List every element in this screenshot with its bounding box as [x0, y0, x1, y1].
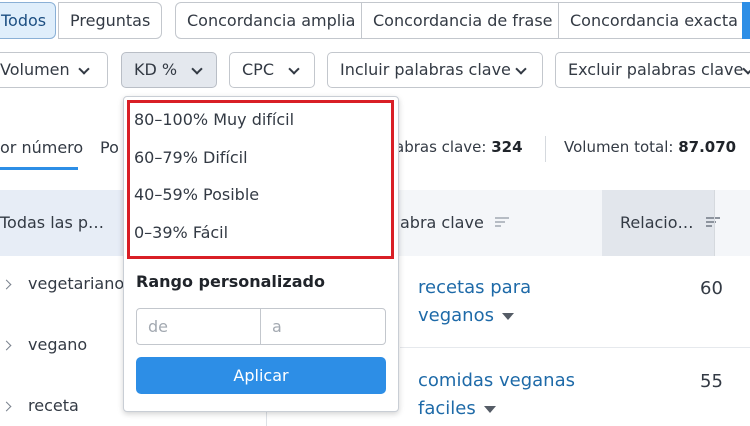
chevron-down-icon: [288, 63, 300, 75]
apply-button[interactable]: Aplicar: [136, 357, 386, 394]
keyword-link-recetas-veganos[interactable]: recetas para veganos: [418, 274, 531, 330]
filter-cpc-label: CPC: [242, 60, 274, 79]
keywords-stat-value: 324: [491, 138, 523, 156]
tab-concordancia-exacta[interactable]: Concordancia exacta: [558, 2, 750, 39]
caret-down-icon[interactable]: [483, 405, 496, 413]
chevron-right-icon: [1, 279, 12, 290]
group-tab-po[interactable]: Po: [100, 138, 119, 157]
group-tab-numero[interactable]: or número: [0, 138, 83, 157]
filter-volumen-label: Volumen: [0, 60, 70, 79]
groups-header-label: Todas las p…: [0, 213, 105, 232]
group-item-label: receta: [28, 396, 79, 415]
kd-option-posible[interactable]: 40–59% Posible: [134, 185, 259, 204]
chevron-down-icon: [78, 63, 90, 75]
range-from-placeholder: de: [148, 317, 168, 336]
kd-option-dificil[interactable]: 60–79% Difícil: [134, 148, 248, 167]
filter-excluir-label: Excluir palabras clave: [568, 60, 744, 79]
kd-option-facil[interactable]: 0–39% Fácil: [134, 223, 228, 242]
chevron-down-icon: [515, 63, 527, 75]
keywords-stat-label: abras clave:: [395, 138, 487, 156]
tab-concordancia-frase[interactable]: Concordancia de frase: [361, 2, 559, 39]
keyword-column-label: abra clave: [400, 213, 484, 232]
tab-todos[interactable]: Todos: [0, 2, 56, 39]
chevron-down-icon: [191, 63, 203, 75]
filter-incluir-label: Incluir palabras clave: [340, 60, 511, 79]
group-item-receta[interactable]: receta: [0, 396, 124, 420]
custom-range-title: Rango personalizado: [136, 272, 325, 291]
keyword-line1: comidas veganas: [418, 370, 575, 391]
chevron-down-icon: [742, 63, 750, 75]
filter-volumen[interactable]: Volumen: [0, 52, 108, 88]
group-tab-numero-label: or número: [0, 138, 84, 157]
chevron-right-icon: [1, 340, 12, 351]
group-tab-po-label: Po: [100, 138, 119, 157]
tab-overflow-edge: [742, 2, 750, 39]
related-value: 55: [700, 371, 723, 392]
related-column-header[interactable]: Relacio…: [602, 190, 720, 256]
sort-icon: [494, 217, 509, 227]
header-column-divider: [714, 190, 715, 256]
filter-incluir[interactable]: Incluir palabras clave: [327, 52, 543, 88]
chevron-right-icon: [1, 401, 12, 412]
range-to-placeholder: a: [272, 317, 282, 336]
keyword-link-comidas-faciles[interactable]: comidas veganas faciles: [418, 367, 575, 423]
tab-concordancia-amplia[interactable]: Concordancia amplia: [175, 2, 362, 39]
stats-divider: [545, 136, 546, 162]
group-item-vegetariano[interactable]: vegetariano: [0, 274, 124, 298]
volume-stat-label: Volumen total:: [564, 138, 674, 156]
group-item-label: vegetariano: [28, 274, 125, 293]
related-column-label: Relacio…: [620, 213, 694, 232]
keyword-column-header[interactable]: abra clave: [400, 213, 509, 232]
group-item-label: vegano: [28, 335, 88, 354]
range-from-input[interactable]: de: [136, 308, 261, 345]
volume-stat-value: 87.070: [678, 138, 737, 156]
related-value: 60: [700, 278, 723, 299]
filter-cpc[interactable]: CPC: [229, 52, 315, 88]
kd-option-muy-dificil[interactable]: 80–100% Muy difícil: [134, 110, 294, 129]
keyword-line2: faciles: [418, 395, 575, 423]
tab-preguntas[interactable]: Preguntas: [58, 2, 162, 39]
keyword-line2: veganos: [418, 302, 531, 330]
filter-excluir[interactable]: Excluir palabras clave: [555, 52, 750, 88]
filter-kd[interactable]: KD %: [121, 52, 217, 88]
filter-kd-label: KD %: [134, 60, 178, 79]
sort-icon: [706, 217, 720, 227]
row-divider: [400, 347, 750, 348]
keywords-stat: abras clave: 324: [395, 138, 523, 156]
group-tab-underline: [0, 167, 78, 170]
group-item-vegano[interactable]: vegano: [0, 335, 124, 359]
volume-stat: Volumen total: 87.070: [564, 138, 736, 156]
keyword-line1: recetas para: [418, 277, 532, 298]
caret-down-icon[interactable]: [501, 312, 514, 320]
range-to-input[interactable]: a: [260, 308, 386, 345]
